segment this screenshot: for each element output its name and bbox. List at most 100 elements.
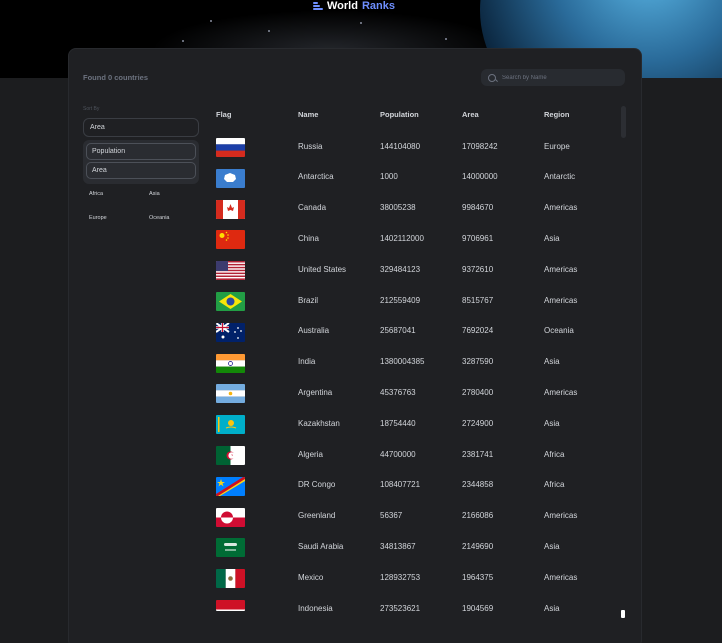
logo-text-ranks: Ranks (361, 0, 395, 12)
algeria-flag-icon (216, 446, 245, 465)
cell-region: Asia (544, 541, 560, 551)
cell-population: 329484123 (380, 264, 421, 274)
table-row[interactable]: India 1380004385 3287590 Asia (216, 347, 626, 377)
search-input[interactable] (502, 74, 612, 81)
sort-dropdown: Population Area (83, 140, 199, 184)
cell-population: 212559409 (380, 295, 421, 305)
table-row[interactable]: Australia 25687041 7692024 Oceania (216, 316, 626, 346)
region-africa[interactable]: Africa (89, 191, 103, 197)
greenland-flag-icon (216, 507, 245, 527)
cell-region: Americas (544, 511, 578, 521)
cell-area: 2381741 (462, 449, 494, 459)
table-row[interactable]: Canada 38005238 9984670 Americas (216, 193, 626, 223)
cell-area: 2166086 (462, 511, 494, 521)
header-population: Population (380, 110, 419, 119)
cell-name: Antarctica (298, 172, 334, 182)
kazakhstan-flag-icon (216, 415, 245, 435)
cell-name: Greenland (298, 511, 336, 521)
china-flag-icon (216, 230, 245, 250)
logo-text-world: World (327, 0, 358, 12)
sort-select[interactable]: Area (83, 118, 199, 137)
table-row[interactable]: Mexico 128932753 1964375 Americas (216, 562, 626, 592)
cell-population: 56367 (380, 511, 403, 521)
table-row[interactable]: Brazil 212559409 8515767 Americas (216, 285, 626, 315)
cell-region: Europe (544, 141, 570, 151)
table-row[interactable]: China 1402112000 9706961 Asia (216, 223, 626, 253)
app-logo[interactable]: World Ranks (313, 0, 395, 12)
table-row[interactable]: Antarctica 1000 14000000 Antarctic (216, 162, 626, 192)
united-states-flag-icon (216, 261, 245, 281)
cell-name: Australia (298, 326, 330, 336)
header-region: Region (544, 110, 570, 119)
countries-panel: Found 0 countries Sort By Area Populatio… (68, 48, 642, 643)
cell-area: 2149690 (462, 541, 494, 551)
header-area: Area (462, 110, 479, 119)
cell-region: Asia (544, 418, 560, 428)
cell-area: 2724900 (462, 418, 494, 428)
table-row[interactable]: Algeria 44700000 2381741 Africa (216, 439, 626, 469)
cell-population: 1000 (380, 172, 398, 182)
cell-region: Americas (544, 203, 578, 213)
cell-region: Asia (544, 233, 560, 243)
mexico-flag-icon (216, 569, 245, 589)
table-row[interactable]: Argentina 45376763 2780400 Americas (216, 377, 626, 407)
cell-population: 1402112000 (380, 233, 424, 243)
cell-population: 108407721 (380, 480, 421, 490)
cell-population: 128932753 (380, 572, 421, 582)
cell-name: Russia (298, 141, 323, 151)
cell-area: 7692024 (462, 326, 494, 336)
cell-population: 44700000 (380, 449, 416, 459)
australia-flag-icon (216, 322, 245, 342)
cell-name: Brazil (298, 295, 319, 305)
antarctica-flag-icon (216, 168, 245, 188)
search-box[interactable] (481, 69, 625, 86)
cell-name: Saudi Arabia (298, 541, 344, 551)
header-flag: Flag (216, 110, 232, 119)
dr-congo-flag-icon (216, 476, 245, 496)
cell-name: Argentina (298, 387, 333, 397)
cell-area: 8515767 (462, 295, 494, 305)
cell-area: 1904569 (462, 603, 494, 613)
cell-region: Asia (544, 603, 560, 613)
canada-flag-icon (216, 199, 245, 219)
header-name: Name (298, 110, 319, 119)
russia-flag-icon (216, 138, 245, 157)
sort-option-population[interactable]: Population (86, 143, 196, 160)
cell-name: Canada (298, 203, 327, 213)
table-row[interactable]: Saudi Arabia 34813867 2149690 Asia (216, 531, 626, 561)
cell-population: 25687041 (380, 326, 416, 336)
table-row[interactable]: Russia 144104080 17098242 Europe (216, 131, 626, 161)
cell-name: Algeria (298, 449, 323, 459)
cell-region: Americas (544, 264, 578, 274)
table-row[interactable]: Greenland 56367 2166086 Americas (216, 501, 626, 531)
table-row[interactable]: Kazakhstan 18754440 2724900 Asia (216, 408, 626, 438)
cell-area: 14000000 (462, 172, 498, 182)
sort-option-area[interactable]: Area (86, 162, 196, 179)
cell-name: Kazakhstan (298, 418, 340, 428)
found-count: Found 0 countries (83, 73, 149, 82)
logo-icon (313, 2, 323, 10)
cell-region: Americas (544, 295, 578, 305)
cell-region: Antarctic (544, 172, 576, 182)
scrollbar-thumb[interactable] (621, 106, 626, 138)
cell-region: Americas (544, 387, 578, 397)
brazil-flag-icon (216, 292, 245, 311)
region-asia[interactable]: Asia (149, 191, 160, 197)
cell-name: China (298, 233, 319, 243)
region-oceania[interactable]: Oceania (149, 215, 170, 221)
cell-name: India (298, 357, 316, 367)
cell-area: 2344858 (462, 480, 494, 490)
cell-region: Africa (544, 480, 565, 490)
region-europe[interactable]: Europe (89, 215, 107, 221)
cell-region: Africa (544, 449, 565, 459)
cell-population: 38005238 (380, 203, 416, 213)
cell-population: 45376763 (380, 387, 416, 397)
table-row[interactable]: United States 329484123 9372610 Americas (216, 254, 626, 284)
cell-area: 17098242 (462, 141, 498, 151)
table-row[interactable]: DR Congo 108407721 2344858 Africa (216, 470, 626, 500)
table-row[interactable]: Indonesia 273523621 1904569 Asia (216, 593, 626, 623)
cell-name: Mexico (298, 572, 324, 582)
indonesia-flag-icon (216, 600, 245, 611)
cell-population: 34813867 (380, 541, 416, 551)
cell-region: Americas (544, 572, 578, 582)
